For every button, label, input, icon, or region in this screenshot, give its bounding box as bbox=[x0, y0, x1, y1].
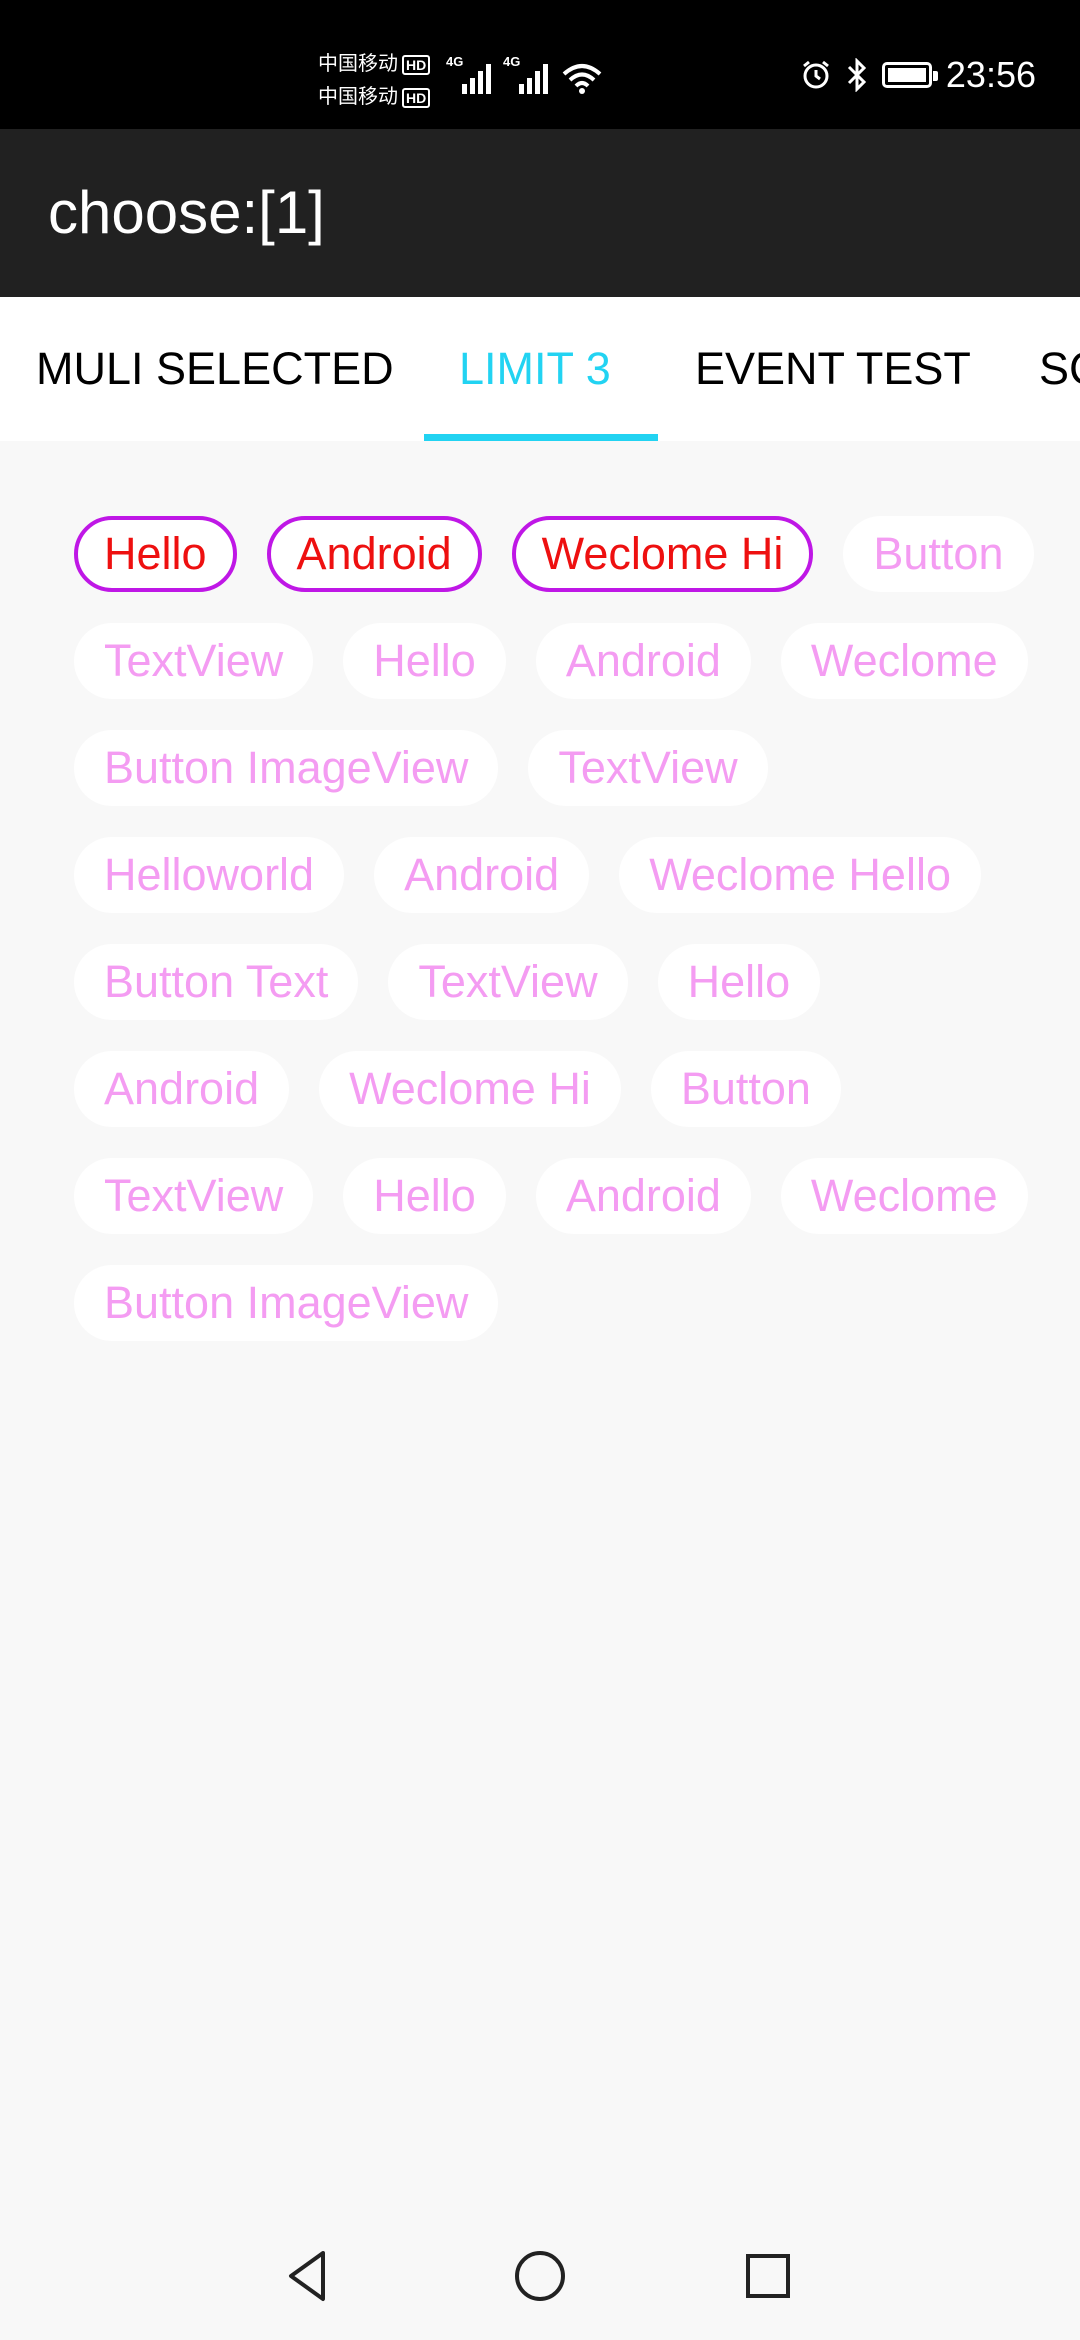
recents-icon[interactable] bbox=[733, 2241, 803, 2311]
tag-chip[interactable]: Button Text bbox=[74, 944, 359, 1020]
signal-indicators: 4G 4G bbox=[446, 54, 602, 94]
status-right-group: 23:56 bbox=[800, 54, 1036, 96]
tag-chip[interactable]: TextView bbox=[74, 1158, 314, 1234]
tag-chip[interactable]: Button ImageView bbox=[74, 1265, 499, 1341]
tag-chip[interactable]: Helloworld bbox=[74, 837, 345, 913]
back-icon[interactable] bbox=[275, 2241, 345, 2311]
carrier-name-2: 中国移动 bbox=[318, 86, 398, 108]
tag-chip[interactable]: Weclome Hi bbox=[319, 1051, 621, 1127]
tab-bar: MULI SELECTED LIMIT 3 EVENT TEST SC bbox=[0, 297, 1080, 441]
tag-chip[interactable]: Android bbox=[535, 1158, 751, 1234]
tag-chip[interactable]: Weclome Hello bbox=[619, 837, 981, 913]
tag-chip[interactable]: Hello bbox=[343, 623, 506, 699]
network-type-1: 4G bbox=[446, 54, 464, 69]
tab-muli-selected[interactable]: MULI SELECTED bbox=[36, 297, 394, 441]
carrier-name-1: 中国移动 bbox=[318, 53, 398, 75]
tag-chip[interactable]: Android bbox=[374, 837, 590, 913]
signal-icon: 4G bbox=[503, 54, 548, 94]
alarm-icon bbox=[802, 60, 829, 89]
tag-chip[interactable]: Button bbox=[650, 1051, 841, 1127]
wifi-icon bbox=[562, 64, 602, 94]
signal-icon: 4G bbox=[446, 54, 491, 94]
tag-chip[interactable]: Weclome bbox=[780, 1158, 1028, 1234]
tag-chip-selected[interactable]: Hello bbox=[74, 516, 237, 592]
battery-charging-icon bbox=[881, 62, 938, 88]
tag-chip[interactable]: Hello bbox=[657, 944, 821, 1020]
hd-badge-1: HD bbox=[402, 54, 431, 75]
tag-flow-container: Hello Android Weclome Hi Button TextView Hell… bbox=[0, 441, 1080, 2211]
app-title: choose:[1] bbox=[48, 179, 325, 246]
tag-chip[interactable]: TextView bbox=[528, 730, 768, 806]
app-bar: choose:[1] bbox=[0, 129, 1080, 297]
tag-chip[interactable]: Button bbox=[843, 516, 1034, 592]
tag-chip[interactable]: Android bbox=[74, 1051, 290, 1127]
tag-chip-selected[interactable]: Android bbox=[266, 516, 482, 592]
tag-chip[interactable]: TextView bbox=[74, 623, 314, 699]
tab-event-test[interactable]: EVENT TEST bbox=[695, 297, 971, 441]
tab-indicator bbox=[424, 434, 658, 441]
bluetooth-icon bbox=[847, 58, 867, 92]
status-bar: 中国移动 HD 中国移动 HD 4G 4G 23:56 bbox=[0, 0, 1080, 129]
tab-limit-3[interactable]: LIMIT 3 bbox=[459, 297, 611, 441]
tag-chip[interactable]: TextView bbox=[388, 944, 628, 1020]
tag-chip[interactable]: Button ImageView bbox=[74, 730, 499, 806]
status-time: 23:56 bbox=[945, 54, 1036, 95]
carrier-info: 中国移动 HD 中国移动 HD bbox=[318, 48, 431, 114]
hd-badge-2: HD bbox=[402, 87, 431, 108]
navigation-bar bbox=[0, 2211, 1080, 2340]
tag-chip[interactable]: Hello bbox=[343, 1158, 506, 1234]
home-icon[interactable] bbox=[505, 2241, 575, 2311]
network-type-2: 4G bbox=[503, 54, 521, 69]
tag-flow-layout: Hello Android Weclome Hi Button TextView Hell… bbox=[74, 516, 1034, 1341]
tag-chip[interactable]: Weclome bbox=[780, 623, 1028, 699]
tab-sc[interactable]: SC bbox=[1039, 297, 1080, 441]
tag-chip-selected[interactable]: Weclome Hi bbox=[511, 516, 814, 592]
tag-chip[interactable]: Android bbox=[535, 623, 751, 699]
